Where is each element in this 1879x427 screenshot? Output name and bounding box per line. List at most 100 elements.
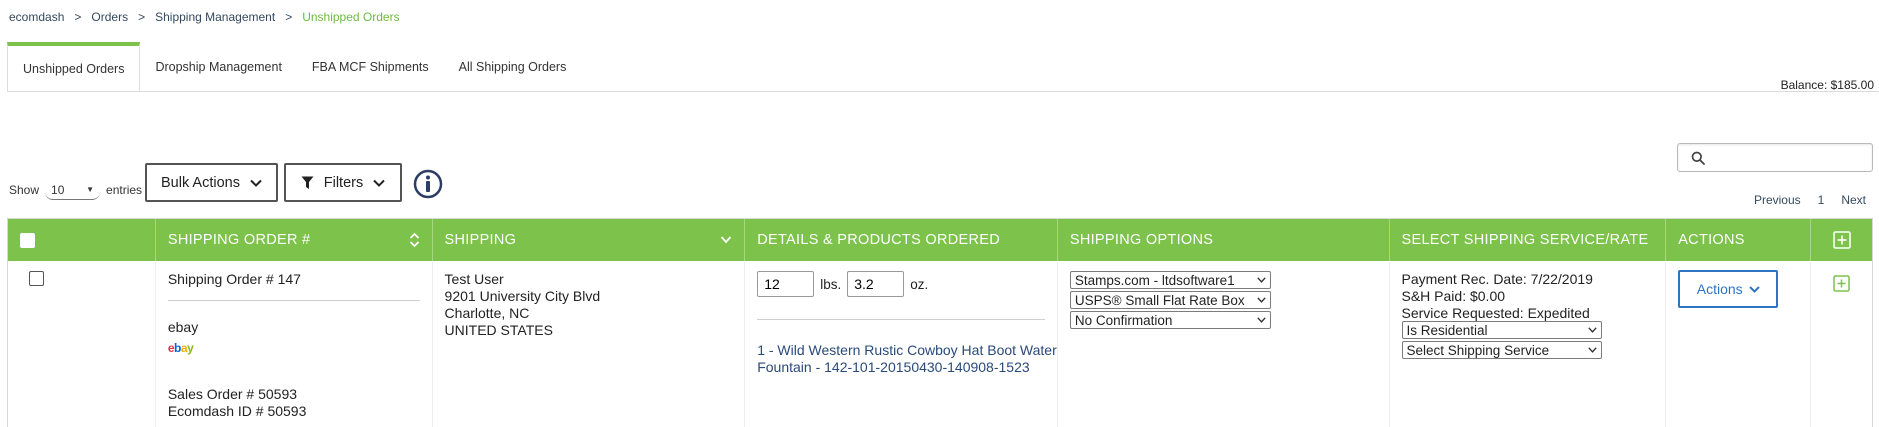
filter-icon xyxy=(301,176,314,189)
breadcrumb-item-shipping-management[interactable]: Shipping Management xyxy=(155,10,275,24)
lbs-label: lbs. xyxy=(820,276,842,292)
residential-value: Is Residential xyxy=(1406,322,1488,338)
shipping-address-cell: Test User 9201 University City Blvd Char… xyxy=(433,261,746,427)
tab-all-shipping-orders[interactable]: All Shipping Orders xyxy=(444,42,582,92)
header-label: SHIPPING OPTIONS xyxy=(1069,232,1214,248)
tab-dropship-management[interactable]: Dropship Management xyxy=(140,42,296,92)
header-select-all xyxy=(8,219,156,261)
header-label: DETAILS & PRODUCTS ORDERED xyxy=(757,232,1000,248)
balance-text: Balance: $185.00 xyxy=(1780,78,1874,92)
show-label: Show xyxy=(9,183,40,197)
chevron-down-icon xyxy=(1257,277,1266,283)
breadcrumb-separator: > xyxy=(285,10,293,24)
ebay-logo-letter: y xyxy=(187,341,194,355)
caret-down-icon: ▼ xyxy=(86,185,95,194)
entries-value: 10 xyxy=(51,182,65,197)
shipping-rate-cell: Payment Rec. Date: 7/22/2019 S&H Paid: $… xyxy=(1390,261,1667,427)
address-country: UNITED STATES xyxy=(444,322,553,338)
header-actions: ACTIONS xyxy=(1666,219,1812,261)
shipping-options-cell: Stamps.com - ltdsoftware1 USPS® Small Fl… xyxy=(1058,261,1390,427)
row-checkbox[interactable] xyxy=(29,271,44,286)
info-icon[interactable] xyxy=(413,169,443,199)
header-label: SELECT SHIPPING SERVICE/RATE xyxy=(1401,232,1649,248)
pagination-previous[interactable]: Previous xyxy=(1754,193,1801,207)
chevron-down-icon xyxy=(1587,327,1597,333)
details-cell: lbs. oz. 1 - Wild Western Rustic Cowboy … xyxy=(745,261,1058,427)
payment-date: Payment Rec. Date: 7/22/2019 xyxy=(1401,271,1593,287)
shipping-orders-table: SHIPPING ORDER # SHIPPING DETAILS & PROD… xyxy=(7,218,1873,427)
plus-square-icon[interactable] xyxy=(1833,275,1850,292)
search-icon xyxy=(1691,151,1705,165)
bulk-actions-label: Bulk Actions xyxy=(161,174,240,191)
recipient-name: Test User xyxy=(444,271,504,287)
header-label: SHIPPING xyxy=(444,232,517,248)
search-input[interactable] xyxy=(1712,148,1867,168)
weight-oz-input[interactable] xyxy=(847,271,905,297)
header-shipping[interactable]: SHIPPING xyxy=(433,219,746,261)
confirmation-select[interactable]: No Confirmation xyxy=(1069,311,1271,329)
sort-icon xyxy=(409,232,419,248)
carrier-account-value: Stamps.com - ltdsoftware1 xyxy=(1074,272,1235,288)
order-cell: Shipping Order # 147 ebay ebay Sales Ord… xyxy=(156,261,433,427)
header-details: DETAILS & PRODUCTS ORDERED xyxy=(745,219,1058,261)
breadcrumb: ecomdash > Orders > Shipping Management > Unsh… xyxy=(9,10,400,24)
search-box[interactable] xyxy=(1677,143,1873,172)
ebay-logo-letter: b xyxy=(174,341,181,355)
chevron-down-icon xyxy=(1257,317,1266,323)
service-requested: Service Requested: Expedited xyxy=(1401,305,1590,321)
rate-info: Payment Rec. Date: 7/22/2019 S&H Paid: $… xyxy=(1402,271,1593,322)
breadcrumb-item-ecomdash[interactable]: ecomdash xyxy=(9,10,64,24)
chevron-down-icon xyxy=(373,179,385,187)
ebay-logo: ebay xyxy=(168,341,194,355)
table-header: SHIPPING ORDER # SHIPPING DETAILS & PROD… xyxy=(8,219,1872,261)
tab-unshipped-orders[interactable]: Unshipped Orders xyxy=(7,42,141,92)
product-link[interactable]: 1 - Wild Western Rustic Cowboy Hat Boot … xyxy=(757,342,1057,376)
chevron-down-icon xyxy=(1748,285,1760,293)
shipping-address: Test User 9201 University City Blvd Char… xyxy=(445,271,601,339)
show-entries: Show 10 ▼ entries xyxy=(9,180,142,200)
tabs-divider xyxy=(7,91,1879,92)
actions-button[interactable]: Actions xyxy=(1678,270,1779,308)
sales-channel: ebay xyxy=(167,319,199,335)
chevron-down-icon xyxy=(1257,297,1266,303)
carrier-account-select[interactable]: Stamps.com - ltdsoftware1 xyxy=(1069,271,1271,289)
breadcrumb-item-orders[interactable]: Orders xyxy=(91,10,128,24)
residential-select[interactable]: Is Residential xyxy=(1401,321,1602,339)
plus-square-icon[interactable] xyxy=(1832,231,1851,249)
order-ids: Sales Order # 50593 Ecomdash ID # 50593 xyxy=(168,386,307,420)
header-shipping-service: SELECT SHIPPING SERVICE/RATE xyxy=(1390,219,1667,261)
shipping-service-value: Select Shipping Service xyxy=(1406,342,1550,358)
shipping-options: Stamps.com - ltdsoftware1 USPS® Small Fl… xyxy=(1069,271,1271,329)
tab-fba-mcf-shipments[interactable]: FBA MCF Shipments xyxy=(297,42,444,92)
address-street: 9201 University City Blvd xyxy=(444,288,601,304)
chevron-down-icon xyxy=(1587,347,1597,353)
entries-select[interactable]: 10 ▼ xyxy=(45,180,101,200)
actions-label: Actions xyxy=(1696,281,1743,297)
confirmation-value: No Confirmation xyxy=(1074,312,1173,328)
header-shipping-order[interactable]: SHIPPING ORDER # xyxy=(156,219,433,261)
weight-lbs-input[interactable] xyxy=(757,271,815,297)
filters-label: Filters xyxy=(323,174,364,191)
sales-order-number: Sales Order # 50593 xyxy=(167,386,298,402)
filters-button[interactable]: Filters xyxy=(284,163,402,202)
divider xyxy=(167,300,420,301)
tab-bar: Unshipped Orders Dropship Management FBA… xyxy=(7,42,581,92)
package-type-select[interactable]: USPS® Small Flat Rate Box xyxy=(1069,291,1271,309)
pagination-next[interactable]: Next xyxy=(1841,193,1866,207)
breadcrumb-separator: > xyxy=(74,10,82,24)
ecomdash-id: Ecomdash ID # 50593 xyxy=(167,403,307,419)
header-label: ACTIONS xyxy=(1678,232,1745,248)
select-all-checkbox[interactable] xyxy=(20,233,35,248)
bulk-actions-button[interactable]: Bulk Actions xyxy=(145,163,278,202)
chevron-down-icon xyxy=(250,179,262,187)
shipping-service-select[interactable]: Select Shipping Service xyxy=(1401,341,1602,359)
row-select-cell xyxy=(8,261,156,427)
weight-row: lbs. oz. xyxy=(757,271,928,297)
header-label: SHIPPING ORDER # xyxy=(167,232,311,248)
table-row: Shipping Order # 147 ebay ebay Sales Ord… xyxy=(8,261,1872,427)
divider xyxy=(757,319,1045,320)
pagination-page-1[interactable]: 1 xyxy=(1818,193,1825,207)
entries-label: entries xyxy=(106,183,143,197)
expand-cell xyxy=(1811,261,1872,427)
breadcrumb-separator: > xyxy=(138,10,146,24)
